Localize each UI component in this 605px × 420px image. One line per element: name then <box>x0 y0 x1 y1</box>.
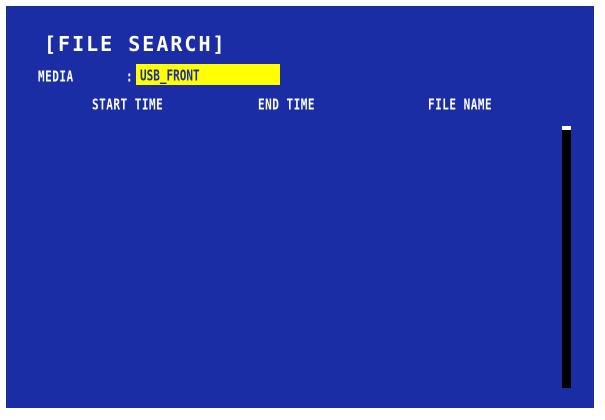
results-scrollbar[interactable] <box>562 126 571 388</box>
media-select-value: USB_FRONT <box>140 67 200 85</box>
media-select[interactable]: USB_FRONT <box>136 64 280 85</box>
column-header-start-time: START TIME <box>92 96 164 114</box>
column-header-file-name: FILE NAME <box>428 96 493 114</box>
file-search-screen: [FILE SEARCH] MEDIA : USB_FRONT START TI… <box>6 6 594 408</box>
column-header-end-time: END TIME <box>258 96 315 114</box>
media-label: MEDIA <box>38 68 74 86</box>
media-separator: : <box>126 68 133 86</box>
page-title: [FILE SEARCH] <box>44 32 227 56</box>
scrollbar-thumb[interactable] <box>562 126 571 130</box>
